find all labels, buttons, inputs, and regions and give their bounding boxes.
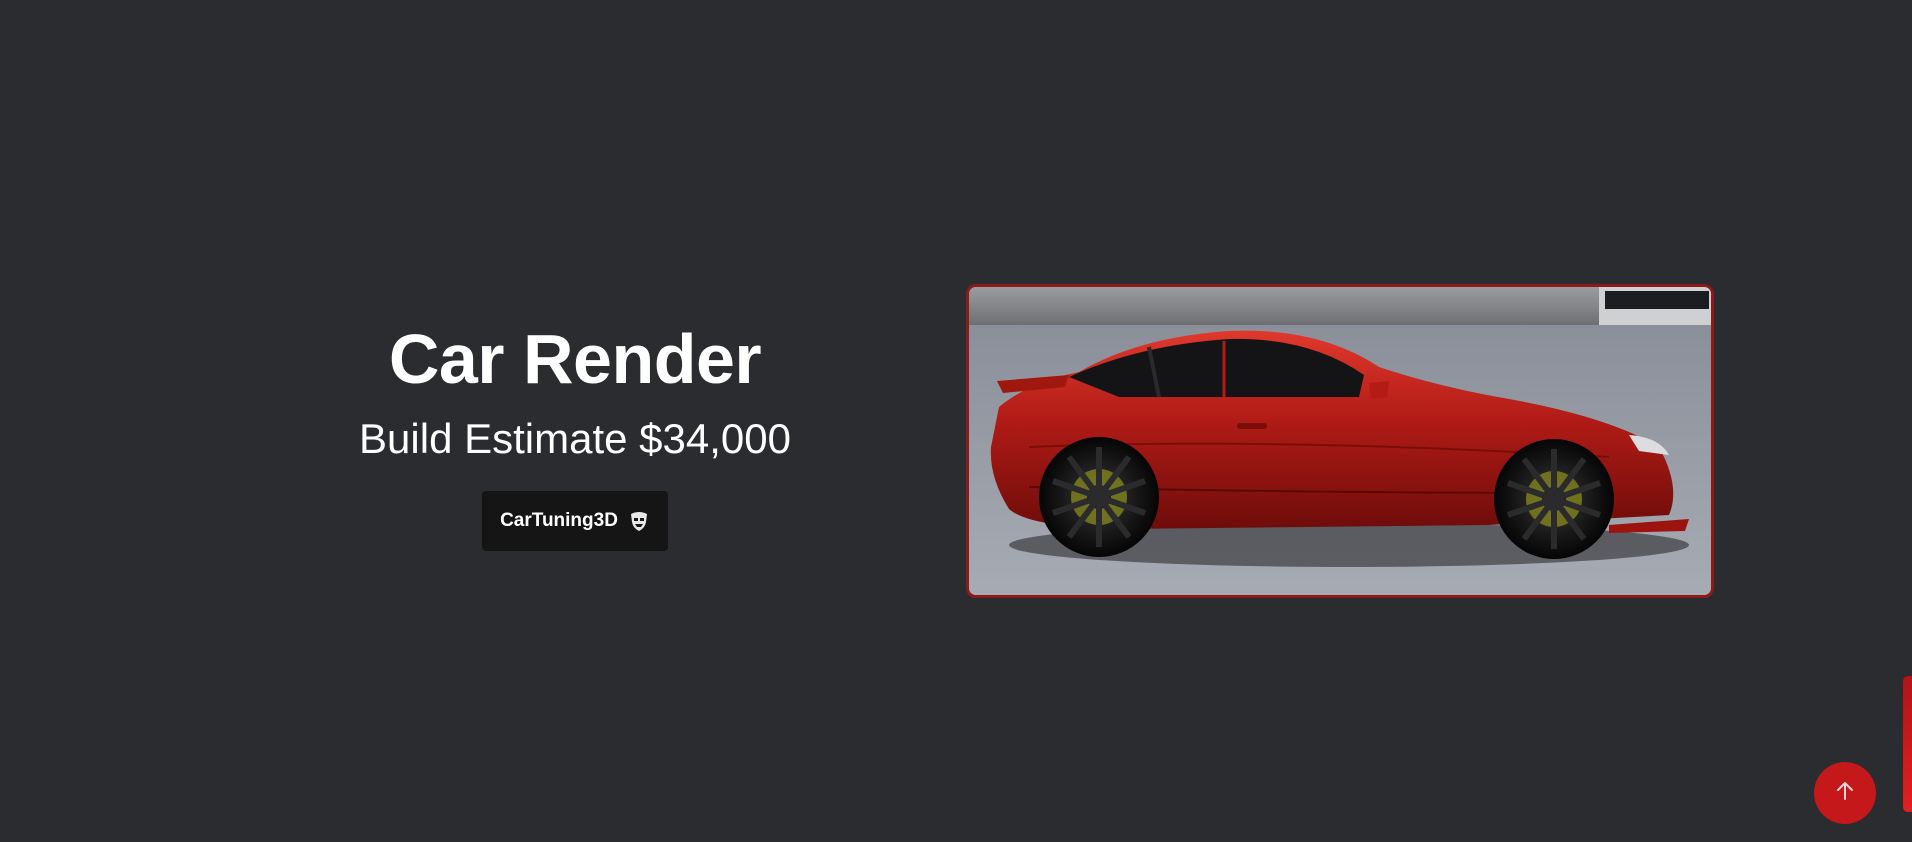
mask-icon [628,510,650,532]
scroll-indicator[interactable] [1903,676,1912,812]
scroll-to-top-button[interactable] [1814,762,1876,824]
hero-section: Car Render Build Estimate $34,000 CarTun… [300,315,850,551]
car-render-image [966,284,1714,598]
page-title: Car Render [388,320,762,398]
arrow-up-icon [1833,779,1857,808]
build-estimate: Build Estimate $34,000 [359,415,791,462]
cartuning3d-button-label: CarTuning3D [500,510,618,531]
page: Car Render Build Estimate $34,000 CarTun… [0,0,1912,842]
cartuning3d-button[interactable]: CarTuning3D [482,491,668,551]
